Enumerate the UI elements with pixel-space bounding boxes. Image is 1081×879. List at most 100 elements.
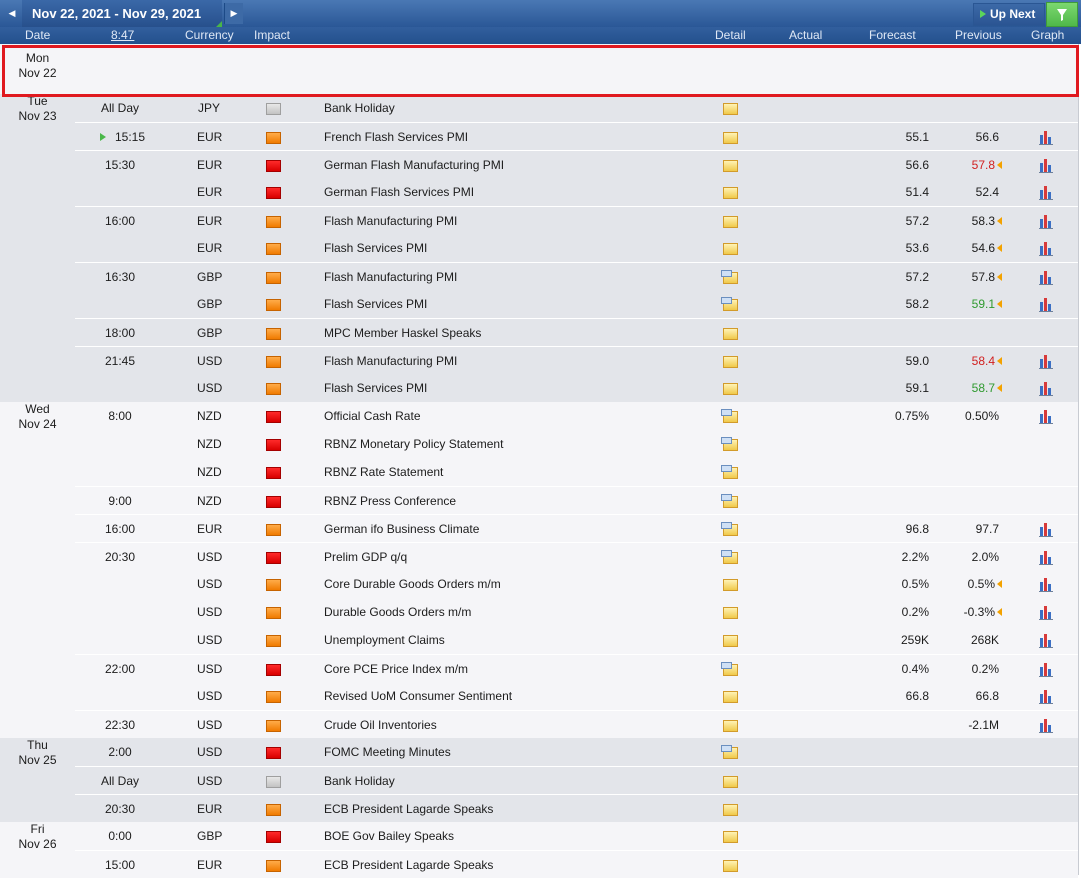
- event-row[interactable]: USD Unemployment Claims 259K 268K: [75, 626, 1078, 654]
- detail-folder-icon[interactable]: [723, 187, 738, 199]
- graph-chart-icon[interactable]: [1039, 689, 1053, 704]
- graph-chart-icon[interactable]: [1039, 522, 1053, 537]
- event-title[interactable]: Bank Holiday: [324, 767, 395, 795]
- detail-folder-icon[interactable]: [723, 691, 738, 703]
- event-title[interactable]: Flash Manufacturing PMI: [324, 347, 457, 375]
- filter-button[interactable]: [1046, 2, 1078, 27]
- detail-folder-icon[interactable]: [721, 465, 738, 479]
- event-row[interactable]: USD Durable Goods Orders m/m 0.2% -0.3%: [75, 598, 1078, 626]
- event-title[interactable]: Durable Goods Orders m/m: [324, 598, 471, 626]
- event-title[interactable]: RBNZ Press Conference: [324, 487, 456, 515]
- header-time-link[interactable]: 8:47: [111, 27, 134, 44]
- event-row[interactable]: 18:00 GBP MPC Member Haskel Speaks: [75, 318, 1078, 347]
- detail-folder-icon[interactable]: [721, 522, 738, 536]
- event-title[interactable]: Crude Oil Inventories: [324, 711, 437, 739]
- detail-folder-icon[interactable]: [723, 216, 738, 228]
- detail-folder-icon[interactable]: [723, 804, 738, 816]
- event-row[interactable]: 15:30 EUR German Flash Manufacturing PMI 56…: [75, 150, 1078, 179]
- graph-chart-icon[interactable]: [1039, 158, 1053, 173]
- event-title[interactable]: Core PCE Price Index m/m: [324, 655, 468, 683]
- event-title[interactable]: German ifo Business Climate: [324, 515, 479, 543]
- detail-folder-icon[interactable]: [723, 831, 738, 843]
- event-title[interactable]: MPC Member Haskel Speaks: [324, 319, 481, 347]
- event-row[interactable]: 16:00 EUR Flash Manufacturing PMI 57.2 58.3: [75, 206, 1078, 235]
- event-title[interactable]: Official Cash Rate: [324, 402, 421, 430]
- detail-folder-icon[interactable]: [723, 160, 738, 172]
- event-row[interactable]: NZD RBNZ Monetary Policy Statement: [75, 430, 1078, 458]
- detail-folder-icon[interactable]: [721, 409, 738, 423]
- event-title[interactable]: Revised UoM Consumer Sentiment: [324, 682, 512, 710]
- event-row[interactable]: USD Core Durable Goods Orders m/m 0.5% 0.5%: [75, 570, 1078, 598]
- graph-chart-icon[interactable]: [1039, 381, 1053, 396]
- event-row[interactable]: 20:30 EUR ECB President Lagarde Speaks: [75, 794, 1078, 823]
- event-row[interactable]: 15:15 EUR French Flash Services PMI 55.1 56.…: [75, 122, 1078, 151]
- detail-folder-icon[interactable]: [723, 132, 738, 144]
- event-title[interactable]: Flash Manufacturing PMI: [324, 263, 457, 291]
- event-row[interactable]: 16:00 EUR German ifo Business Climate 96.8 9…: [75, 514, 1078, 543]
- event-row[interactable]: EUR Flash Services PMI 53.6 54.6: [75, 234, 1078, 262]
- detail-folder-icon[interactable]: [723, 860, 738, 872]
- event-row[interactable]: GBP Flash Services PMI 58.2 59.1: [75, 290, 1078, 318]
- graph-chart-icon[interactable]: [1039, 633, 1053, 648]
- detail-folder-icon[interactable]: [723, 103, 738, 115]
- event-row[interactable]: 8:00 NZD Official Cash Rate 0.75% 0.50%: [75, 402, 1078, 430]
- graph-chart-icon[interactable]: [1039, 577, 1053, 592]
- detail-folder-icon[interactable]: [723, 356, 738, 368]
- graph-chart-icon[interactable]: [1039, 214, 1053, 229]
- detail-folder-icon[interactable]: [723, 243, 738, 255]
- next-week-button[interactable]: ▶: [224, 3, 243, 24]
- event-title[interactable]: Unemployment Claims: [324, 626, 445, 654]
- event-title[interactable]: ECB President Lagarde Speaks: [324, 795, 493, 823]
- previous-week-button[interactable]: ◀: [3, 3, 21, 24]
- event-title[interactable]: Flash Services PMI: [324, 234, 427, 262]
- graph-chart-icon[interactable]: [1039, 297, 1053, 312]
- detail-folder-icon[interactable]: [723, 383, 738, 395]
- event-row[interactable]: 2:00 USD FOMC Meeting Minutes: [75, 738, 1078, 766]
- detail-folder-icon[interactable]: [721, 550, 738, 564]
- event-row[interactable]: All Day JPY Bank Holiday: [75, 94, 1078, 122]
- detail-folder-icon[interactable]: [721, 270, 738, 284]
- event-row[interactable]: USD Revised UoM Consumer Sentiment 66.8 66.…: [75, 682, 1078, 710]
- detail-folder-icon[interactable]: [723, 328, 738, 340]
- event-row[interactable]: 0:00 GBP BOE Gov Bailey Speaks: [75, 822, 1078, 850]
- event-row[interactable]: 16:30 GBP Flash Manufacturing PMI 57.2 57.8: [75, 262, 1078, 291]
- event-title[interactable]: German Flash Services PMI: [324, 178, 474, 206]
- graph-chart-icon[interactable]: [1039, 270, 1053, 285]
- graph-chart-icon[interactable]: [1039, 550, 1053, 565]
- event-title[interactable]: Flash Manufacturing PMI: [324, 207, 457, 235]
- event-title[interactable]: Flash Services PMI: [324, 290, 427, 318]
- event-title[interactable]: Prelim GDP q/q: [324, 543, 407, 571]
- detail-folder-icon[interactable]: [721, 662, 738, 676]
- event-row[interactable]: NZD RBNZ Rate Statement: [75, 458, 1078, 486]
- graph-chart-icon[interactable]: [1039, 409, 1053, 424]
- detail-folder-icon[interactable]: [721, 437, 738, 451]
- event-row[interactable]: 20:30 USD Prelim GDP q/q 2.2% 2.0%: [75, 542, 1078, 571]
- graph-chart-icon[interactable]: [1039, 130, 1053, 145]
- detail-folder-icon[interactable]: [723, 579, 738, 591]
- detail-folder-icon[interactable]: [723, 607, 738, 619]
- up-next-button[interactable]: Up Next: [973, 3, 1045, 26]
- detail-folder-icon[interactable]: [723, 776, 738, 788]
- event-row[interactable]: EUR German Flash Services PMI 51.4 52.4: [75, 178, 1078, 206]
- event-title[interactable]: Core Durable Goods Orders m/m: [324, 570, 501, 598]
- event-title[interactable]: RBNZ Monetary Policy Statement: [324, 430, 503, 458]
- event-title[interactable]: French Flash Services PMI: [324, 123, 468, 151]
- event-row[interactable]: 9:00 NZD RBNZ Press Conference: [75, 486, 1078, 515]
- detail-folder-icon[interactable]: [721, 297, 738, 311]
- event-row[interactable]: All Day USD Bank Holiday: [75, 766, 1078, 795]
- detail-folder-icon[interactable]: [723, 720, 738, 732]
- graph-chart-icon[interactable]: [1039, 354, 1053, 369]
- graph-chart-icon[interactable]: [1039, 185, 1053, 200]
- graph-chart-icon[interactable]: [1039, 241, 1053, 256]
- detail-folder-icon[interactable]: [721, 494, 738, 508]
- event-row[interactable]: USD Flash Services PMI 59.1 58.7: [75, 374, 1078, 402]
- detail-folder-icon[interactable]: [723, 635, 738, 647]
- detail-folder-icon[interactable]: [721, 745, 738, 759]
- event-title[interactable]: BOE Gov Bailey Speaks: [324, 822, 454, 850]
- event-row[interactable]: 22:30 USD Crude Oil Inventories -2.1M: [75, 710, 1078, 739]
- event-title[interactable]: German Flash Manufacturing PMI: [324, 151, 504, 179]
- graph-chart-icon[interactable]: [1039, 662, 1053, 677]
- event-row[interactable]: 21:45 USD Flash Manufacturing PMI 59.0 58.4: [75, 346, 1078, 375]
- event-title[interactable]: Bank Holiday: [324, 94, 395, 122]
- event-title[interactable]: RBNZ Rate Statement: [324, 458, 443, 486]
